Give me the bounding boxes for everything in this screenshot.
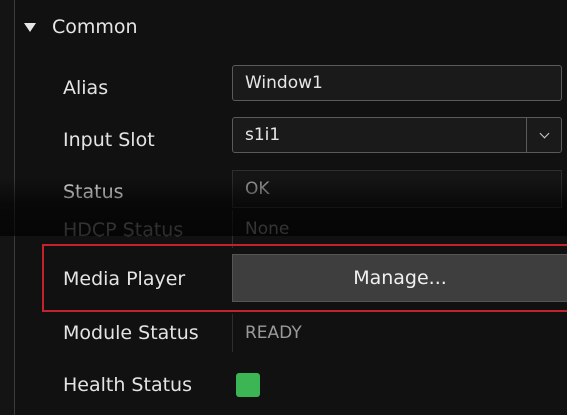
hdcp-status-label: HDCP Status [63, 219, 184, 241]
caret-down-icon[interactable] [24, 23, 36, 32]
input-slot-value: s1i1 [245, 125, 281, 145]
chevron-down-icon[interactable] [526, 118, 561, 152]
input-slot-select[interactable]: s1i1 [232, 117, 562, 153]
status-value: OK [232, 170, 562, 208]
alias-label: Alias [63, 77, 109, 99]
alias-input[interactable]: Window1 [232, 65, 562, 101]
module-status-label: Module Status [63, 322, 199, 344]
module-status-value: READY [232, 314, 562, 352]
section-header-common[interactable]: Common [24, 10, 138, 44]
hdcp-status-value: None [232, 210, 562, 248]
status-label: Status [63, 181, 124, 203]
health-status-indicator [236, 373, 260, 397]
section-title: Common [52, 16, 138, 38]
highlight-box [42, 244, 567, 312]
input-slot-label: Input Slot [63, 129, 155, 151]
health-status-label: Health Status [63, 374, 192, 396]
properties-panel: Common Alias Window1 Input Slot s1i1 Sta… [0, 0, 567, 415]
